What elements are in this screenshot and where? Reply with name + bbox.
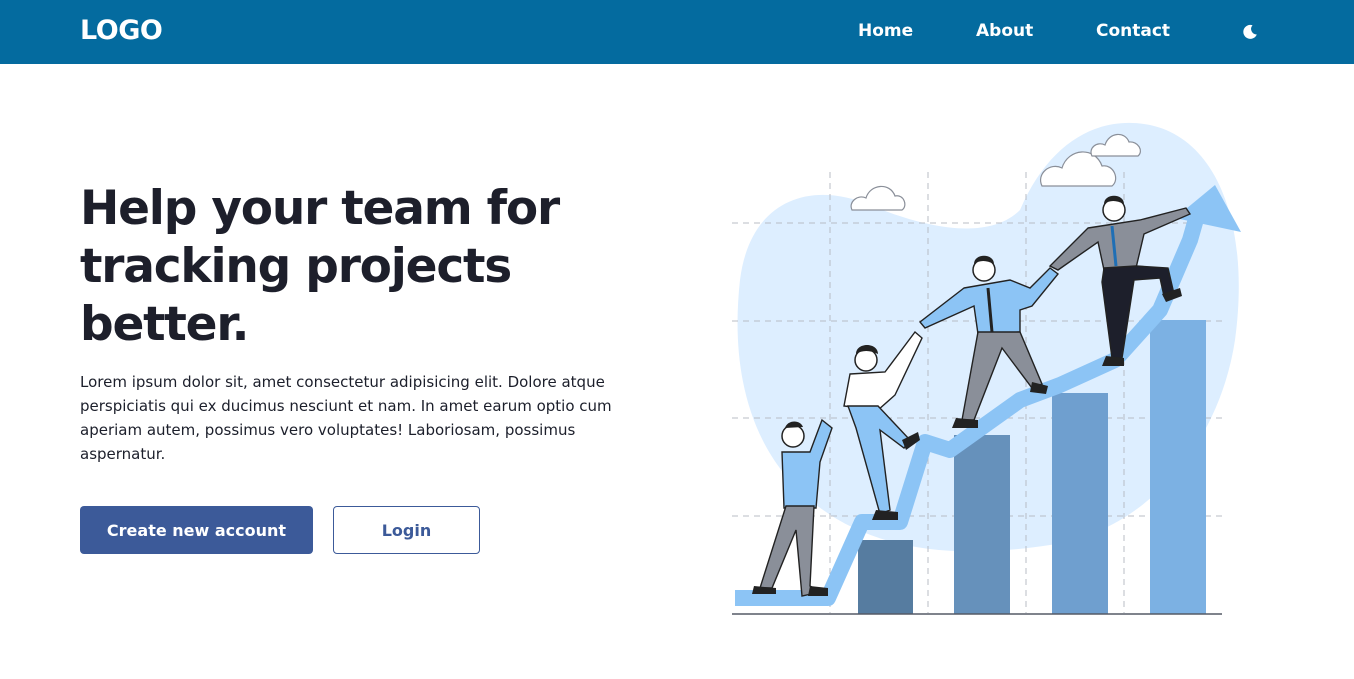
create-account-button[interactable]: Create new account bbox=[80, 506, 313, 554]
nav-contact-link[interactable]: Contact bbox=[1096, 21, 1170, 41]
login-button[interactable]: Login bbox=[333, 506, 480, 554]
chart-bar bbox=[1052, 393, 1108, 614]
climber-person bbox=[752, 418, 833, 597]
hero-description: Lorem ipsum dolor sit, amet consectetur … bbox=[80, 373, 612, 463]
hero-title: Help your team for tracking projects bet… bbox=[80, 181, 560, 352]
chart-bar bbox=[858, 540, 913, 614]
chart-bar bbox=[1150, 320, 1206, 614]
theme-toggle-button[interactable] bbox=[1238, 20, 1262, 44]
growth-illustration bbox=[732, 122, 1241, 615]
nav-home-link[interactable]: Home bbox=[858, 21, 913, 41]
chart-bar bbox=[954, 435, 1010, 614]
nav-about-link[interactable]: About bbox=[976, 21, 1033, 41]
moon-icon bbox=[1243, 24, 1257, 39]
cloud-icon bbox=[850, 185, 906, 211]
navbar: LOGO Home About Contact bbox=[0, 0, 1354, 64]
logo[interactable]: LOGO bbox=[80, 15, 163, 46]
